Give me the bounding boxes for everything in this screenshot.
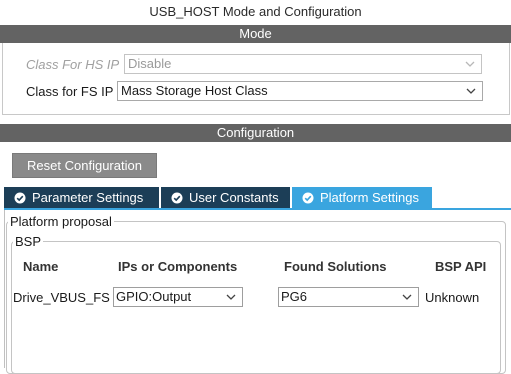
mode-section-header: Mode — [0, 25, 511, 43]
check-circle-icon — [14, 192, 26, 204]
row-name: Drive_VBUS_FS — [13, 290, 110, 305]
reset-configuration-button[interactable]: Reset Configuration — [12, 153, 157, 178]
tab-platform-settings[interactable]: Platform Settings — [292, 187, 432, 209]
check-circle-icon — [171, 192, 183, 204]
check-circle-icon — [302, 192, 314, 204]
window-title: USB_HOST Mode and Configuration — [149, 4, 362, 19]
column-header-bsp-api: BSP API — [435, 259, 487, 274]
solution-select[interactable]: PG6 — [278, 287, 419, 307]
fs-ip-label: Class for FS IP — [26, 84, 114, 99]
component-select[interactable]: GPIO:Output — [113, 287, 243, 307]
column-header-found-solutions: Found Solutions — [284, 259, 387, 274]
component-value: GPIO:Output — [116, 289, 192, 304]
fs-ip-select[interactable]: Mass Storage Host Class — [117, 81, 483, 101]
hs-ip-label: Class For HS IP — [26, 57, 120, 72]
column-header-ips: IPs or Components — [118, 259, 238, 274]
platform-proposal-legend: Platform proposal — [10, 214, 112, 229]
solution-value: PG6 — [281, 289, 308, 304]
configuration-section-header: Configuration — [0, 124, 511, 142]
fs-ip-value: Mass Storage Host Class — [121, 83, 268, 98]
tab-label: Platform Settings — [320, 190, 419, 205]
tab-label: User Constants — [189, 190, 279, 205]
chevron-down-icon — [466, 88, 476, 94]
column-header-name: Name — [23, 259, 59, 274]
chevron-down-icon — [465, 61, 475, 67]
chevron-down-icon — [226, 294, 236, 300]
bsp-legend: BSP — [15, 234, 42, 249]
tab-parameter-settings[interactable]: Parameter Settings — [4, 187, 159, 209]
chevron-down-icon — [402, 294, 412, 300]
tab-label: Parameter Settings — [32, 190, 144, 205]
hs-ip-select: Disable — [124, 54, 482, 74]
hs-ip-value: Disable — [128, 56, 172, 71]
bsp-api-value: Unknown — [425, 290, 480, 305]
tab-user-constants[interactable]: User Constants — [161, 187, 290, 209]
